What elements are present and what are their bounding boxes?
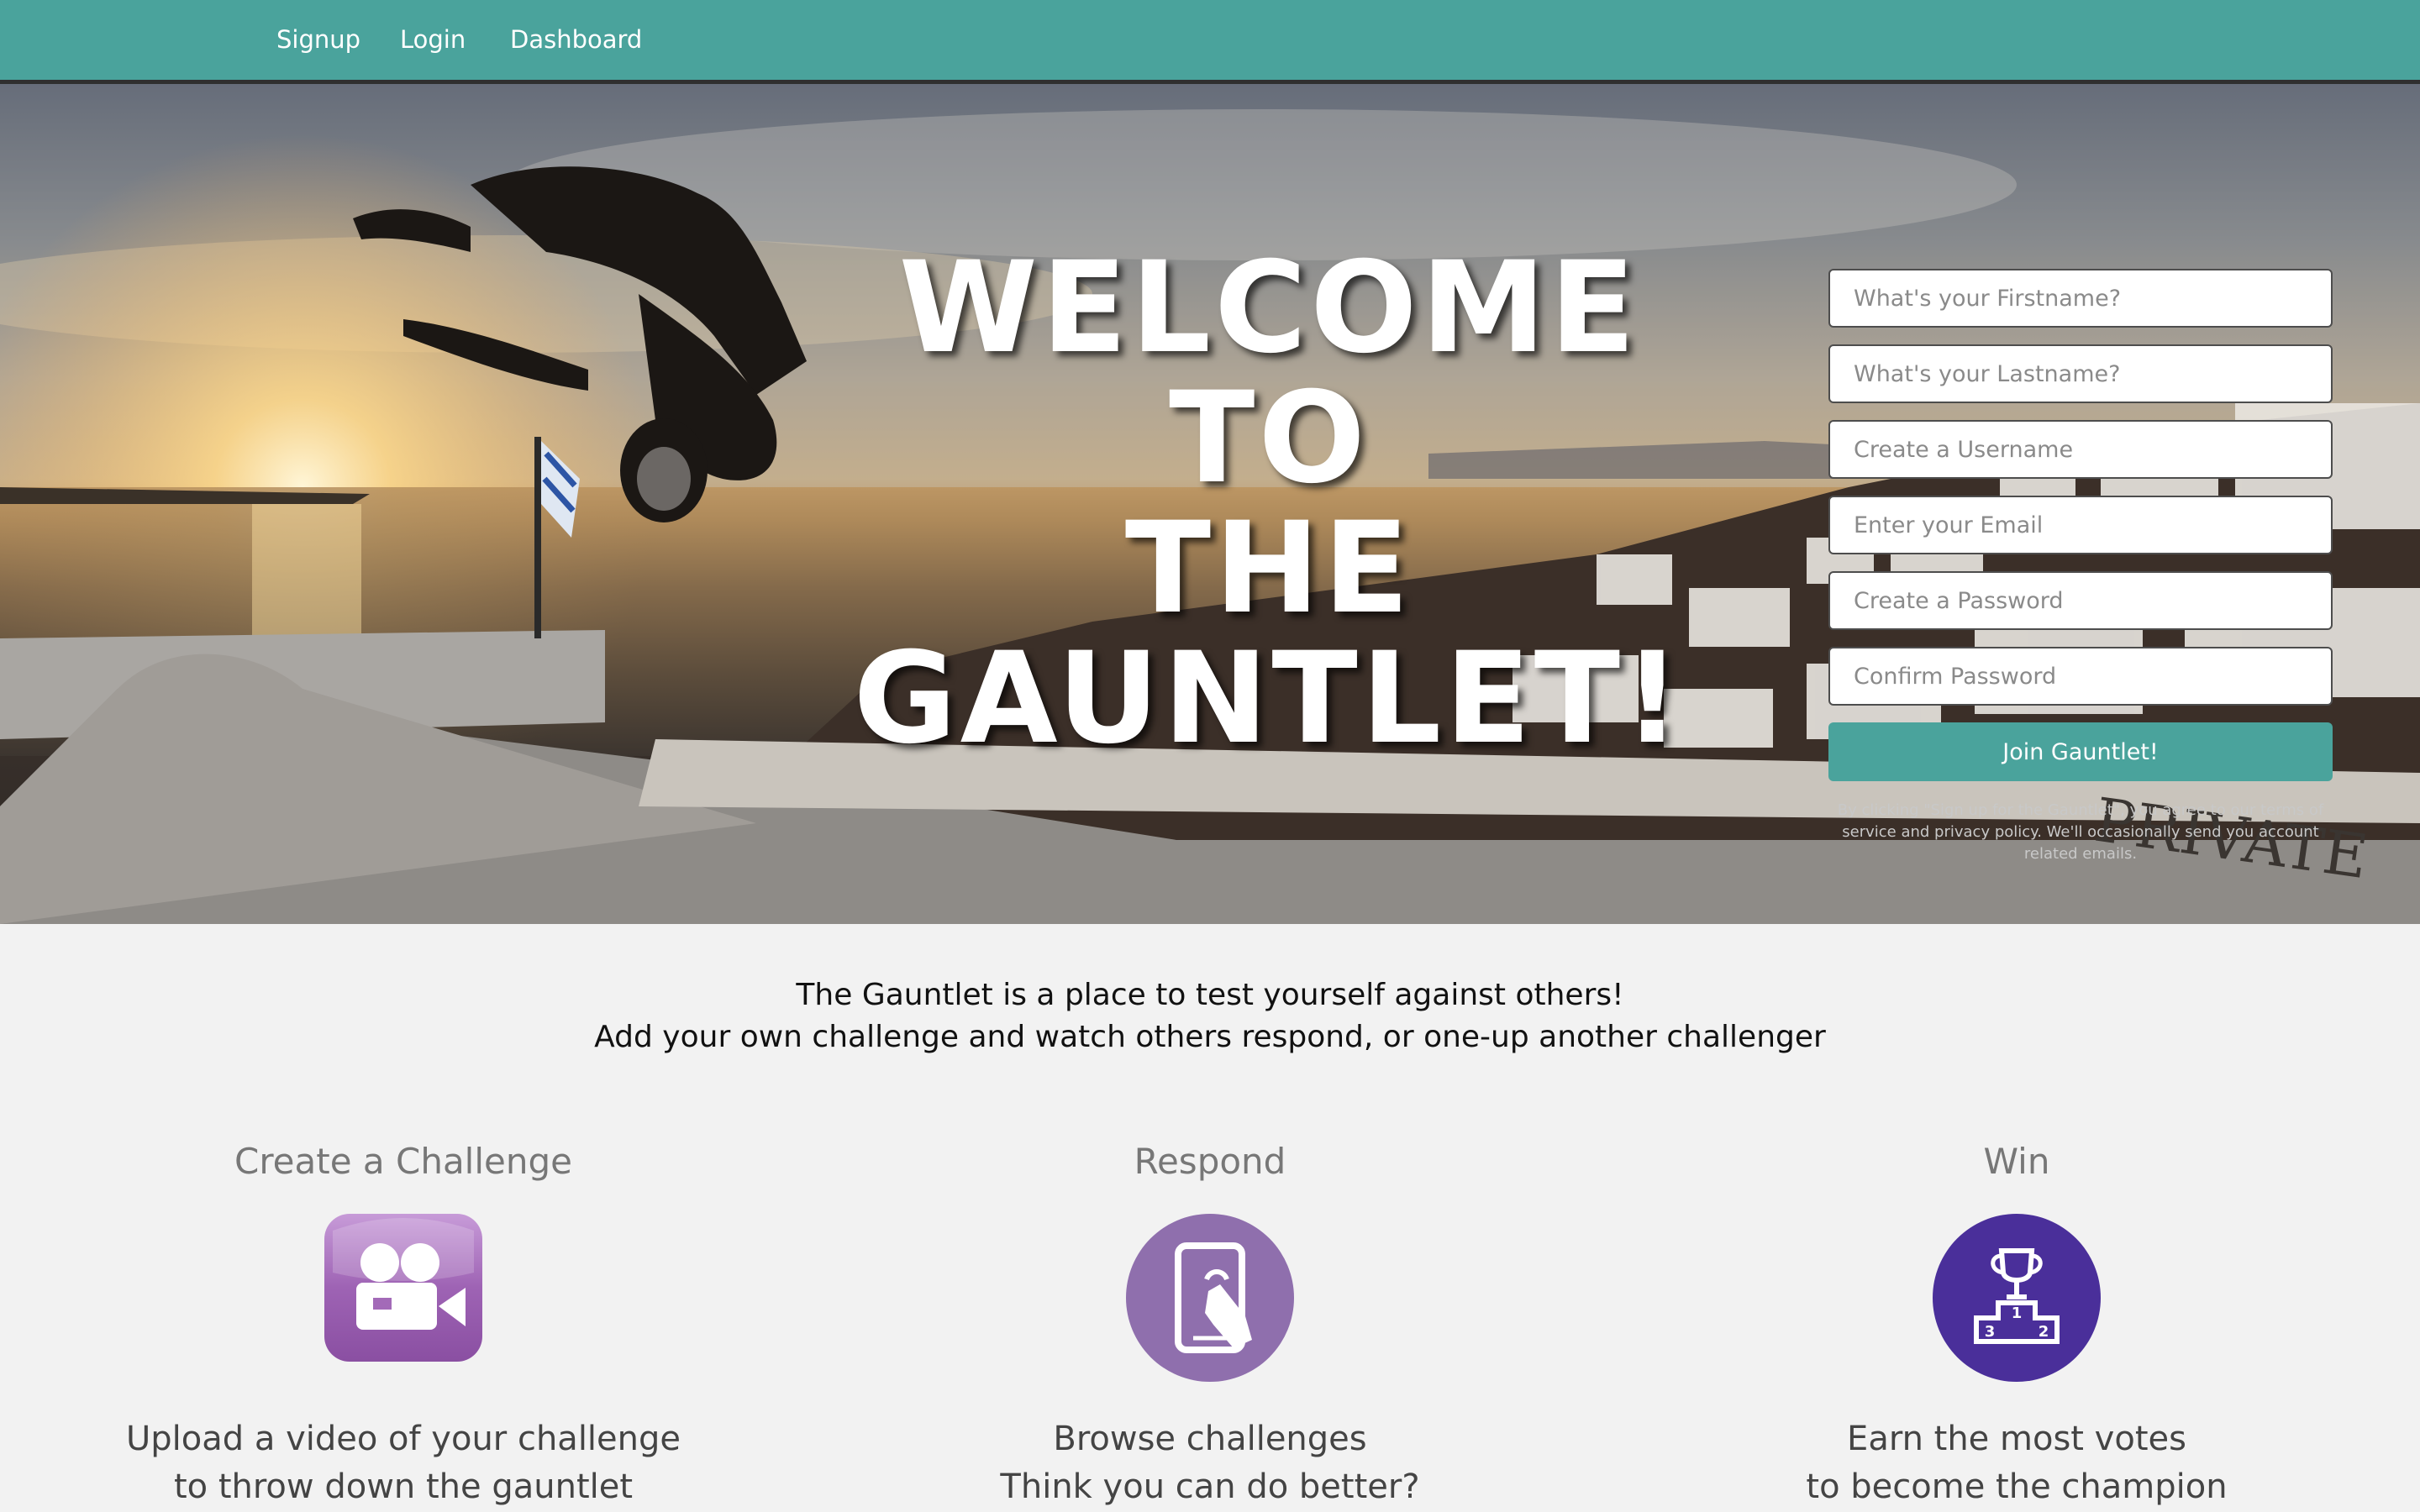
navbar: Signup Login Dashboard [0,0,2420,84]
feature-title: Win [1983,1141,2050,1182]
tablet-touch-icon [1126,1214,1294,1382]
svg-text:3: 3 [1985,1323,1996,1341]
svg-text:2: 2 [2039,1323,2049,1341]
feature-desc-line: to become the champion [1806,1467,2228,1506]
feature-description: Browse challenges Think you can do bette… [807,1415,1613,1511]
nav-link-dashboard[interactable]: Dashboard [510,25,642,54]
feature-desc-line: to throw down the gauntlet [173,1467,634,1506]
signup-form: Join Gauntlet! By clicking "Sign up for … [1828,269,2333,865]
password-input[interactable] [1828,571,2333,630]
hero-title-line: WELCOME TO [898,235,1639,512]
feature-title: Create a Challenge [234,1141,572,1182]
feature-desc-line: Earn the most votes [1847,1420,2186,1458]
feature-desc-line: Think you can do better? [1000,1467,1420,1506]
hero-title: WELCOME TO THE GAUNTLET! [807,244,1731,764]
email-input[interactable] [1828,496,2333,554]
feature-respond: Respond Browse challenges Think you can … [807,1138,1613,1506]
intro-line: Add your own challenge and watch others … [594,1020,1826,1054]
intro-line: The Gauntlet is a place to test yourself… [796,978,1624,1012]
feature-title: Respond [1134,1141,1286,1182]
intro-text: The Gauntlet is a place to test yourself… [0,974,2420,1058]
feature-description: Upload a video of your challenge to thro… [0,1415,807,1511]
video-camera-icon [324,1214,482,1362]
feature-desc-line: Upload a video of your challenge [125,1420,681,1458]
firstname-input[interactable] [1828,269,2333,328]
feature-create-challenge: Create a Challenge Upload a video of you… [0,1138,807,1506]
lastname-input[interactable] [1828,344,2333,403]
trophy-podium-icon: 1 3 2 [1933,1214,2101,1382]
nav-link-signup[interactable]: Signup [276,25,360,54]
hero-title-line: GAUNTLET! [853,626,1685,772]
feature-win: Win 1 3 2 Earn the most votes to become … [1613,1138,2420,1506]
feature-desc-line: Browse challenges [1053,1420,1367,1458]
join-gauntlet-button[interactable]: Join Gauntlet! [1828,722,2333,781]
svg-text:1: 1 [2012,1305,2023,1322]
username-input[interactable] [1828,420,2333,479]
hero-title-line: THE [1124,496,1413,642]
terms-notice: By clicking "Sign up for the Gauntlet", … [1837,801,2324,863]
nav-link-login[interactable]: Login [400,25,466,54]
hero-banner: PRIVATE WELCOME TO THE GAUNTLET! Join Ga… [0,84,2420,924]
feature-description: Earn the most votes to become the champi… [1613,1415,2420,1511]
confirm-password-input[interactable] [1828,647,2333,706]
